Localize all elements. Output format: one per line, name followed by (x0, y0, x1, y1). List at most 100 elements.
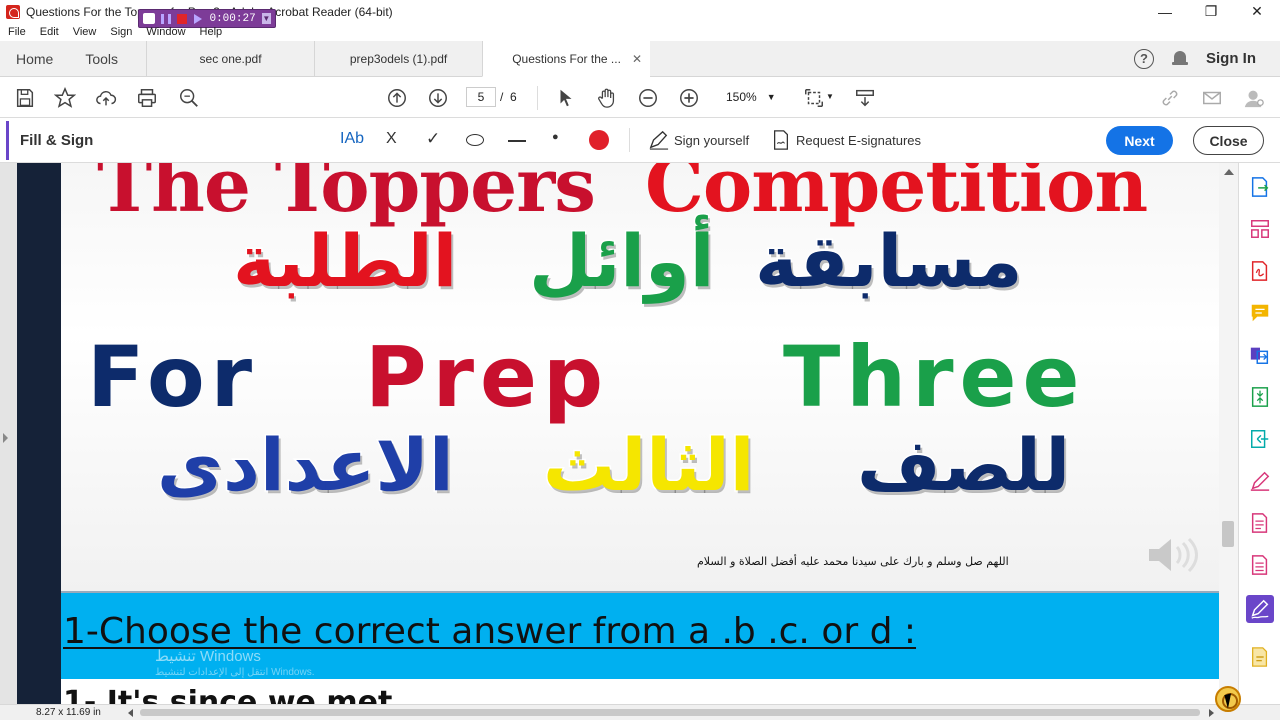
left-panel-expand-icon[interactable] (3, 433, 8, 443)
close-tab-icon[interactable]: ✕ (632, 52, 642, 66)
question-heading: 1-Choose the correct answer from a .b .c… (63, 611, 917, 652)
doc-tab-label: sec one.pdf (199, 51, 262, 66)
sign-yourself-label: Sign yourself (674, 132, 750, 148)
edit-pdf-icon[interactable] (1246, 467, 1274, 495)
banner-line3-part-c: Three (783, 328, 1086, 426)
select-cursor-icon[interactable] (554, 86, 578, 110)
restore-button[interactable]: ❐ (1188, 0, 1234, 23)
menu-bar: File Edit View Sign Window Help (0, 23, 1280, 41)
page-dimensions: 8.27 x 11.69 in (36, 707, 101, 718)
link-icon[interactable] (1158, 86, 1182, 110)
add-text-tool[interactable]: IAb (340, 130, 364, 148)
scroll-up-arrow[interactable] (1224, 169, 1234, 175)
help-icon[interactable]: ? (1134, 48, 1154, 69)
minimize-button[interactable]: — (1142, 0, 1188, 23)
banner-arabic2-part-c: الاعدادى (156, 423, 456, 507)
document-sign-icon (774, 130, 788, 150)
request-esignatures-button[interactable]: Request E-signatures (772, 130, 921, 150)
compress-pdf-icon[interactable] (1246, 383, 1274, 411)
toolbar-divider (537, 86, 538, 110)
scroll-thumb[interactable] (1222, 521, 1234, 547)
document-viewport[interactable]: The Toppers Competition مسابقة أوائل الط… (0, 163, 1238, 704)
banner-line3-part-a: For (87, 328, 259, 426)
horizontal-scrollbar[interactable] (126, 707, 1216, 718)
banner-line3-part-b: Prep (365, 328, 610, 426)
page-total: 6 (510, 90, 517, 104)
scroll-right-arrow[interactable] (1209, 709, 1214, 717)
menu-sign[interactable]: Sign (110, 26, 132, 38)
page-number-input[interactable]: 5 (466, 87, 496, 107)
sign-yourself-button[interactable]: Sign yourself (648, 130, 749, 150)
organize-pages-icon[interactable] (1246, 215, 1274, 243)
search-zoom-icon[interactable] (177, 86, 201, 110)
upload-cloud-icon[interactable] (94, 86, 118, 110)
page-dark-margin (17, 163, 61, 704)
close-fill-sign-button[interactable]: Close (1193, 126, 1264, 155)
zoom-out-icon[interactable] (636, 86, 660, 110)
page-separator: / (500, 90, 504, 104)
close-window-button[interactable]: ✕ (1234, 0, 1280, 23)
star-icon[interactable] (53, 86, 77, 110)
chevron-down-icon: ▼ (766, 92, 776, 102)
sign-in-button[interactable]: Sign In (1206, 50, 1256, 67)
zoom-value: 150% (726, 90, 757, 104)
menu-help[interactable]: Help (200, 26, 223, 38)
create-pdf-icon[interactable] (1246, 257, 1274, 285)
checkmark-tool[interactable]: ✓ (426, 129, 440, 149)
prepare-form-icon[interactable] (1246, 509, 1274, 537)
fill-sign-title: Fill & Sign (20, 131, 94, 149)
fill-sign-accent (6, 121, 9, 160)
banner-arabic2-part-b: الثالث (541, 423, 755, 507)
menu-edit[interactable]: Edit (40, 26, 59, 38)
more-tools-icon[interactable] (1246, 643, 1274, 671)
tab-tools[interactable]: Tools (69, 41, 134, 76)
doc-tab-questions[interactable]: Questions For the ... ✕ (482, 41, 651, 77)
hand-tool-icon[interactable] (595, 86, 619, 110)
doc-tab-prep3odels[interactable]: prep3odels (1).pdf (314, 41, 482, 76)
export-pdf-icon[interactable] (1246, 173, 1274, 201)
zoom-in-icon[interactable] (677, 86, 701, 110)
print-icon[interactable] (135, 86, 159, 110)
next-button[interactable]: Next (1106, 126, 1173, 155)
next-page-icon[interactable] (426, 86, 450, 110)
windows-activation-subtext: انتقل إلى الإعدادات لتنشيط Windows. (155, 667, 315, 678)
speaker-icon[interactable] (1147, 535, 1203, 575)
banner-line1-part-a: The Toppers (97, 163, 596, 229)
keyboard-tools-icon[interactable] (853, 86, 877, 110)
fill-and-sign-toolbar: Fill & Sign IAb X ✓ ● Sign yourself Requ… (0, 118, 1280, 163)
combine-files-icon[interactable] (1246, 341, 1274, 369)
pdf-document-icon[interactable] (1246, 551, 1274, 579)
comment-icon[interactable] (1246, 299, 1274, 327)
notifications-bell-icon[interactable] (1172, 50, 1188, 67)
windows-activation-watermark: تنشيط Windows (155, 648, 261, 665)
menu-file[interactable]: File (8, 26, 26, 38)
tab-home[interactable]: Home (0, 41, 69, 76)
pen-sign-icon (649, 130, 669, 150)
menu-window[interactable]: Window (146, 26, 185, 38)
zoom-dropdown[interactable]: 150% ▼ (726, 90, 776, 104)
scroll-left-arrow[interactable] (128, 709, 133, 717)
share-user-icon[interactable] (1242, 86, 1266, 110)
pdf-page-banner: The Toppers Competition مسابقة أوائل الط… (61, 163, 1219, 593)
horizontal-scroll-thumb[interactable] (140, 709, 1200, 716)
dot-tool[interactable]: ● (552, 131, 559, 143)
save-icon[interactable] (13, 86, 37, 110)
page-fit-icon[interactable] (802, 86, 826, 110)
prayer-text: اللهم صل وسلم و بارك على سيدنا محمد عليه… (697, 555, 1009, 568)
chevron-down-icon[interactable]: ▼ (826, 92, 834, 101)
send-for-review-icon[interactable] (1246, 425, 1274, 453)
line-tool[interactable] (508, 140, 526, 142)
vertical-scrollbar[interactable] (1219, 163, 1238, 704)
window-controls: — ❐ ✕ (1142, 0, 1280, 23)
previous-page-icon[interactable] (385, 86, 409, 110)
question-1-text: 1- It's since we met. (63, 685, 404, 704)
email-icon[interactable] (1200, 86, 1224, 110)
fill-and-sign-icon[interactable] (1246, 595, 1274, 623)
color-picker-button[interactable] (589, 130, 609, 150)
cross-mark-tool[interactable]: X (386, 130, 397, 148)
ellipse-tool[interactable] (466, 134, 484, 146)
right-tools-panel (1238, 163, 1280, 704)
menu-view[interactable]: View (73, 26, 97, 38)
main-toolbar: 5 / 6 150% ▼ ▼ (0, 78, 1280, 118)
doc-tab-sec-one[interactable]: sec one.pdf (146, 41, 314, 76)
